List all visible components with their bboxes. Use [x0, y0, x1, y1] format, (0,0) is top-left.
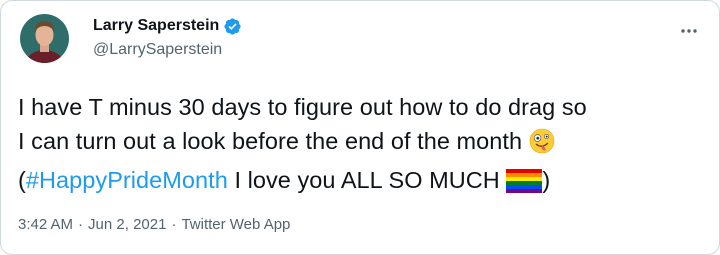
tweet-line-3: (#HappyPrideMonth I love you ALL SO MUCH… [18, 163, 708, 202]
tweet-date-link[interactable]: Jun 2, 2021 [88, 215, 166, 235]
tweet-source-link[interactable]: Twitter Web App [181, 215, 290, 235]
hashtag-link[interactable]: #HappyPrideMonth [26, 167, 228, 193]
tweet-line-1: I have T minus 30 days to figure out how… [18, 94, 587, 120]
tweet-card: Larry Saperstein @LarrySaperstein I have… [0, 0, 720, 255]
verified-badge-icon [223, 17, 242, 36]
zany-face-emoji [529, 128, 555, 163]
tweet-line-3-text: I love you ALL SO MUCH [227, 167, 507, 193]
more-options-button[interactable] [677, 19, 701, 43]
tweet-meta: 3:42 AM · Jun 2, 2021 · Twitter Web App [18, 215, 290, 235]
tweet-time-link[interactable]: 3:42 AM [18, 215, 73, 235]
tweet-text: I have T minus 30 days to figure out how… [18, 90, 708, 202]
meta-separator: · [78, 216, 84, 233]
tweet-line-2-text: I can turn out a look before the end of … [18, 128, 523, 154]
open-paren: ( [18, 167, 26, 193]
rainbow-flag-emoji [506, 168, 543, 202]
close-paren: ) [542, 167, 551, 193]
avatar[interactable] [20, 14, 69, 63]
name-row: Larry Saperstein [93, 16, 242, 36]
more-horizontal-icon [681, 29, 697, 33]
tweet-line-2: I can turn out a look before the end of … [18, 124, 708, 163]
avatar-image [20, 14, 69, 63]
display-name[interactable]: Larry Saperstein [93, 16, 219, 36]
meta-separator: · [171, 216, 177, 233]
user-handle[interactable]: @LarrySaperstein [93, 40, 222, 60]
